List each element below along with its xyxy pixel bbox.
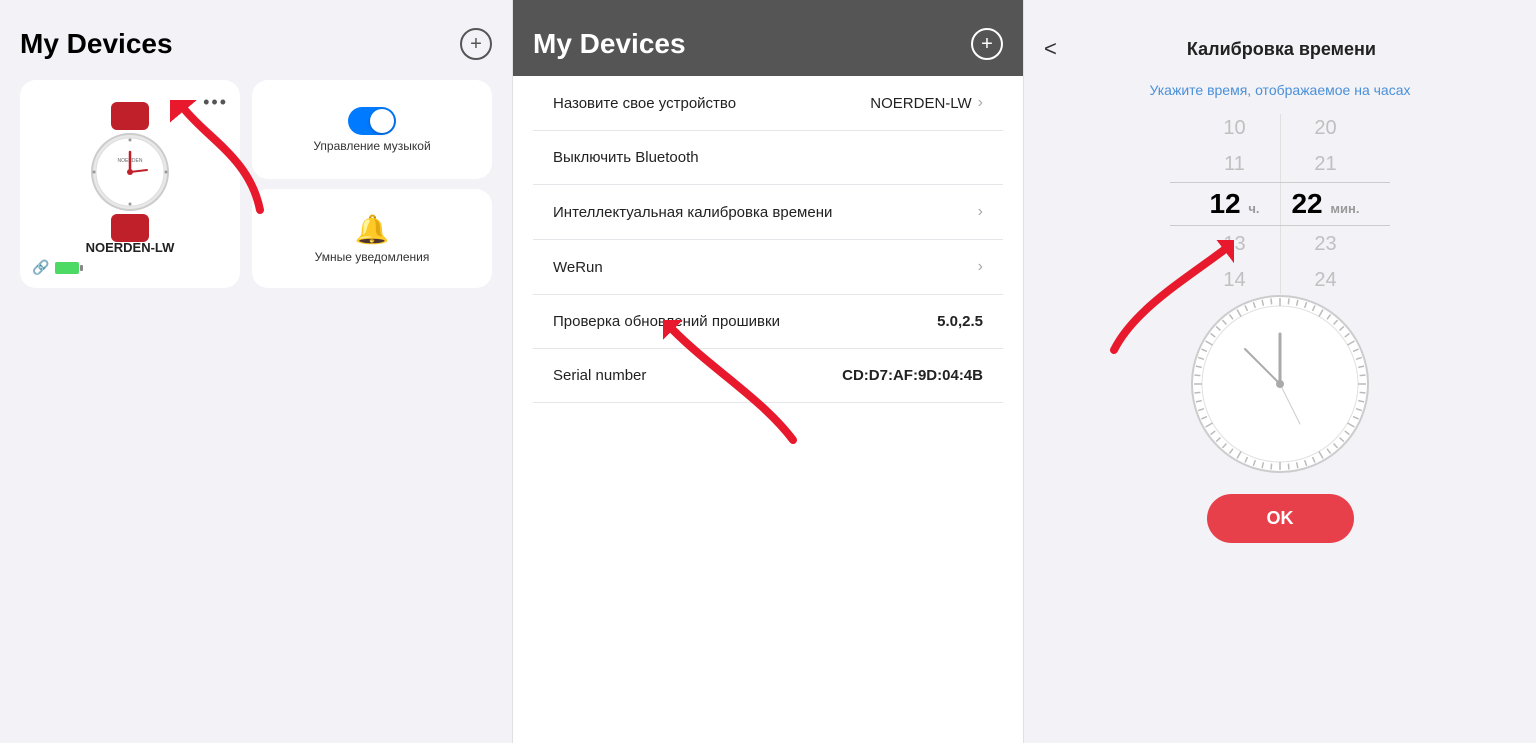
panel2-header: My Devices + — [513, 0, 1023, 76]
minutes-column[interactable]: 20 21 22 мин. 23 24 — [1281, 114, 1371, 294]
settings-item-werun[interactable]: WeRun › — [533, 240, 1003, 295]
settings-label-serial: Serial number — [553, 367, 646, 384]
settings-label-werun: WeRun — [553, 259, 603, 276]
music-label: Управление музыкой — [313, 139, 430, 153]
settings-item-firmware[interactable]: Проверка обновлений прошивки 5.0,2.5 — [533, 295, 1003, 349]
hour-10: 10 — [1190, 114, 1280, 146]
analog-clock — [1044, 294, 1516, 474]
panel2-title: My Devices — [533, 28, 686, 60]
settings-list: Назовите свое устройство NOERDEN-LW › Вы… — [533, 76, 1003, 403]
panel3-header: < Калибровка времени — [1044, 28, 1516, 62]
min-23: 23 — [1281, 226, 1371, 262]
device-name: NOERDEN-LW — [32, 240, 228, 255]
min-21: 21 — [1281, 146, 1371, 182]
settings-label-firmware: Проверка обновлений прошивки — [553, 313, 780, 330]
settings-value-name: NOERDEN-LW › — [870, 94, 983, 112]
panel2-add-button[interactable]: + — [971, 28, 1003, 60]
device-card-noerden[interactable]: ••• NOERDEN — [20, 80, 240, 288]
min-24: 24 — [1281, 262, 1371, 294]
devices-grid: ••• NOERDEN — [20, 80, 492, 288]
serial-number-value: CD:D7:AF:9D:04:4B — [842, 367, 983, 384]
min-20: 20 — [1281, 114, 1371, 146]
ok-button[interactable]: OK — [1207, 494, 1354, 543]
settings-item-bluetooth[interactable]: Выключить Bluetooth — [533, 131, 1003, 185]
chevron-icon-werun: › — [978, 258, 983, 276]
feature-card-notifications[interactable]: 🔔 Умные уведомления — [252, 189, 492, 288]
feature-card-music[interactable]: Управление музыкой — [252, 80, 492, 179]
battery-indicator — [55, 262, 79, 274]
hours-column[interactable]: 10 11 12 ч. 13 14 — [1190, 114, 1280, 294]
hour-14: 14 — [1190, 262, 1280, 294]
hour-12-selected: 12 ч. — [1190, 182, 1280, 226]
settings-item-name[interactable]: Назовите свое устройство NOERDEN-LW › — [533, 76, 1003, 131]
device-status: 🔗 — [32, 259, 228, 276]
hour-13: 13 — [1190, 226, 1280, 262]
panel-time-calibration: < Калибровка времени Укажите время, отоб… — [1024, 0, 1536, 743]
watch-image: NOERDEN — [75, 102, 185, 232]
settings-item-serial[interactable]: Serial number CD:D7:AF:9D:04:4B — [533, 349, 1003, 403]
settings-label-bluetooth: Выключить Bluetooth — [553, 149, 699, 166]
panel-device-settings: My Devices + Назовите свое устройство NO… — [512, 0, 1024, 743]
chevron-icon-calibration: › — [978, 203, 983, 221]
time-picker[interactable]: 10 11 12 ч. 13 14 20 21 22 мин. 23 24 — [1044, 114, 1516, 294]
panel1-title: My Devices — [20, 28, 173, 60]
minute-unit: мин. — [1330, 201, 1359, 216]
firmware-version: 5.0,2.5 — [937, 313, 983, 330]
calibration-title: Калибровка времени — [1069, 39, 1516, 60]
back-button[interactable]: < — [1044, 36, 1057, 62]
settings-item-calibration[interactable]: Интеллектуальная калибровка времени › — [533, 185, 1003, 240]
feature-cards: Управление музыкой 🔔 Умные уведомления — [252, 80, 492, 288]
settings-label-calibration: Интеллектуальная калибровка времени — [553, 204, 832, 221]
link-icon: 🔗 — [32, 259, 49, 276]
calibration-subtitle: Укажите время, отображаемое на часах — [1044, 82, 1516, 98]
panel1-header: My Devices + — [20, 28, 492, 60]
notifications-label: Умные уведомления — [315, 250, 430, 264]
add-device-button[interactable]: + — [460, 28, 492, 60]
hour-11: 11 — [1190, 146, 1280, 182]
min-22-selected: 22 мин. — [1281, 182, 1371, 226]
device-name-value: NOERDEN-LW — [870, 95, 971, 112]
music-toggle[interactable] — [348, 107, 396, 135]
device-menu-dots[interactable]: ••• — [203, 92, 228, 113]
settings-label-name: Назовите свое устройство — [553, 95, 736, 112]
hour-unit: ч. — [1248, 201, 1259, 216]
chevron-icon-name: › — [978, 94, 983, 112]
panel-my-devices: My Devices + ••• NOERDEN — [0, 0, 512, 743]
notification-icon: 🔔 — [355, 213, 390, 246]
